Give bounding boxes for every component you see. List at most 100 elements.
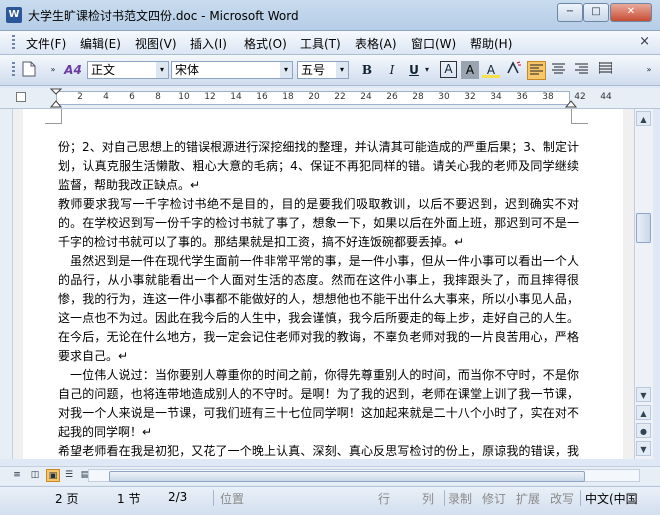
ruler-number: 32 xyxy=(464,92,476,102)
menu-file[interactable]: 文件(F) xyxy=(26,35,66,52)
underline-button[interactable]: U xyxy=(405,61,423,79)
ruler-number: 30 xyxy=(438,92,450,102)
toolbar-grip-handle[interactable] xyxy=(12,62,15,77)
character-shading-button[interactable]: A xyxy=(461,61,479,79)
margin-corner-mark xyxy=(45,109,62,124)
print-layout-view-icon[interactable]: ▣ xyxy=(46,469,60,482)
ruler-number: 10 xyxy=(178,92,190,102)
word-app-icon[interactable]: W xyxy=(6,7,22,23)
bold-button[interactable]: B xyxy=(358,61,376,79)
normal-view-icon[interactable]: ≡ xyxy=(10,469,24,482)
ruler-number: 44 xyxy=(600,92,612,102)
chevron-down-icon[interactable]: ▾ xyxy=(280,62,292,78)
indent-marker-icon[interactable] xyxy=(50,88,62,108)
status-separator xyxy=(444,490,445,506)
align-right-button[interactable] xyxy=(572,61,590,79)
vertical-ruler[interactable] xyxy=(0,109,13,459)
document-close-icon[interactable]: × xyxy=(639,34,650,49)
menu-grip-handle[interactable] xyxy=(12,35,15,50)
status-column[interactable]: 列 xyxy=(422,490,434,507)
font-select-value: 宋体 xyxy=(175,63,200,77)
italic-button[interactable]: I xyxy=(383,61,401,79)
select-browse-object-icon[interactable]: ● xyxy=(636,423,651,438)
menu-help[interactable]: 帮助(H) xyxy=(470,35,512,52)
status-separator xyxy=(580,490,581,506)
tab-selector-icon[interactable] xyxy=(16,92,26,102)
status-position[interactable]: 位置 xyxy=(220,490,244,507)
document-area[interactable]: 份；2、对自己思想上的错误根源进行深挖细找的整理，并认清其可能造成的严重后果；3… xyxy=(13,109,634,459)
status-line[interactable]: 行 xyxy=(378,490,390,507)
new-document-icon[interactable] xyxy=(20,61,38,79)
font-select[interactable]: 宋体 ▾ xyxy=(171,61,293,79)
ruler-number: 36 xyxy=(516,92,528,102)
window-title: 大学生旷课检讨书范文四份.doc - Microsoft Word xyxy=(28,9,299,23)
menu-edit[interactable]: 编辑(E) xyxy=(80,35,121,52)
ruler-number: 4 xyxy=(103,92,109,102)
paragraph[interactable]: 教师要求我写一千字检讨书绝不是目的，目的是要我们吸取教训，以后不要迟到，迟到确实… xyxy=(58,195,579,252)
vertical-scrollbar[interactable]: ▲ ▼ ▲ ● ▼ xyxy=(634,109,653,459)
character-border-button[interactable]: A xyxy=(440,61,457,78)
menu-format[interactable]: 格式(O) xyxy=(244,35,287,52)
scroll-down-arrow-icon[interactable]: ▼ xyxy=(636,387,651,402)
ruler-number: 38 xyxy=(542,92,554,102)
ruler-number: 20 xyxy=(308,92,320,102)
outline-view-icon[interactable]: ☰ xyxy=(62,469,76,482)
menu-insert[interactable]: 插入(I) xyxy=(190,35,227,52)
ruler-number: 16 xyxy=(256,92,268,102)
paragraph[interactable]: 份；2、对自己思想上的错误根源进行深挖细找的整理，并认清其可能造成的严重后果；3… xyxy=(58,138,579,195)
close-button[interactable]: ✕ xyxy=(610,3,652,22)
style-select-value: 正文 xyxy=(91,63,116,77)
menu-window[interactable]: 窗口(W) xyxy=(411,35,456,52)
minimize-button[interactable]: − xyxy=(557,3,583,22)
ruler-number: 12 xyxy=(204,92,216,102)
document-page[interactable]: 份；2、对自己思想上的错误根源进行深挖细找的整理，并认清其可能造成的严重后果；3… xyxy=(23,109,623,459)
paragraph[interactable]: 虽然迟到是一件在现代学生面前一件非常平常的事，是一件小事，但从一件小事可以看出一… xyxy=(58,252,579,366)
toolbar-overflow-chevron-icon[interactable]: » xyxy=(640,61,658,79)
right-indent-marker-icon[interactable] xyxy=(565,98,577,108)
status-page-of-pages[interactable]: 2/3 xyxy=(168,490,187,504)
maximize-button[interactable]: □ xyxy=(583,3,609,22)
ruler-number: 8 xyxy=(155,92,161,102)
chevron-down-icon[interactable]: ▾ xyxy=(156,62,168,78)
text-effects-icon[interactable] xyxy=(505,61,523,79)
ruler-number: 6 xyxy=(129,92,135,102)
chevron-down-icon[interactable]: ▾ xyxy=(336,62,348,78)
status-language[interactable]: 中文(中国 xyxy=(585,490,638,507)
menu-table[interactable]: 表格(A) xyxy=(355,35,397,52)
paragraph[interactable]: 一位伟人说过：当你要别人尊重你的时间之前，你得先尊重别人的时间，而当你不守时，不… xyxy=(58,366,579,442)
scroll-up-icon[interactable]: ▲ xyxy=(636,111,651,126)
horizontal-scrollbar[interactable] xyxy=(88,469,640,482)
next-page-icon[interactable]: ▼ xyxy=(636,441,651,456)
status-extend-selection[interactable]: 扩展 xyxy=(516,490,540,507)
status-section[interactable]: 1 节 xyxy=(117,490,140,507)
ruler-number: 18 xyxy=(282,92,294,102)
vertical-scroll-thumb[interactable] xyxy=(636,213,651,243)
status-record-macro[interactable]: 录制 xyxy=(448,490,472,507)
toolbar-options-chevron-icon[interactable]: » xyxy=(44,61,62,79)
font-size-select[interactable]: 五号 ▾ xyxy=(297,61,349,79)
styles-and-formatting-icon[interactable]: A4 xyxy=(64,61,82,79)
font-size-value: 五号 xyxy=(301,63,326,77)
status-track-changes[interactable]: 修订 xyxy=(482,490,506,507)
highlight-button[interactable]: A xyxy=(482,61,500,78)
web-layout-view-icon[interactable]: ◫ xyxy=(28,469,42,482)
status-overtype[interactable]: 改写 xyxy=(550,490,574,507)
align-left-button[interactable] xyxy=(527,61,546,80)
formatting-toolbar: » A4 正文 ▾ 宋体 ▾ 五号 ▾ B I U ▾ A A A » xyxy=(0,55,660,86)
paragraph[interactable]: 希望老师看在我是初犯，又花了一个晚上认真、深刻、真心反思写检讨的份上，原谅我的错… xyxy=(58,442,579,459)
align-center-button[interactable] xyxy=(549,61,567,79)
status-separator xyxy=(213,490,214,506)
menu-view[interactable]: 视图(V) xyxy=(135,35,177,52)
status-page[interactable]: 2 页 xyxy=(55,490,78,507)
ruler-number: 24 xyxy=(360,92,372,102)
horizontal-scroll-thumb[interactable] xyxy=(109,471,585,482)
underline-dropdown-icon[interactable]: ▾ xyxy=(422,61,432,79)
ruler-number: 14 xyxy=(230,92,242,102)
ruler-number: 2 xyxy=(77,92,83,102)
justify-distribute-button[interactable] xyxy=(596,61,614,79)
previous-page-icon[interactable]: ▲ xyxy=(636,405,651,420)
menu-bar: 文件(F) 编辑(E) 视图(V) 插入(I) 格式(O) 工具(T) 表格(A… xyxy=(0,31,660,55)
menu-tools[interactable]: 工具(T) xyxy=(300,35,341,52)
horizontal-ruler[interactable]: 2 4 6 8 10 12 14 16 18 20 22 24 26 28 30… xyxy=(0,88,660,109)
style-select[interactable]: 正文 ▾ xyxy=(87,61,169,79)
